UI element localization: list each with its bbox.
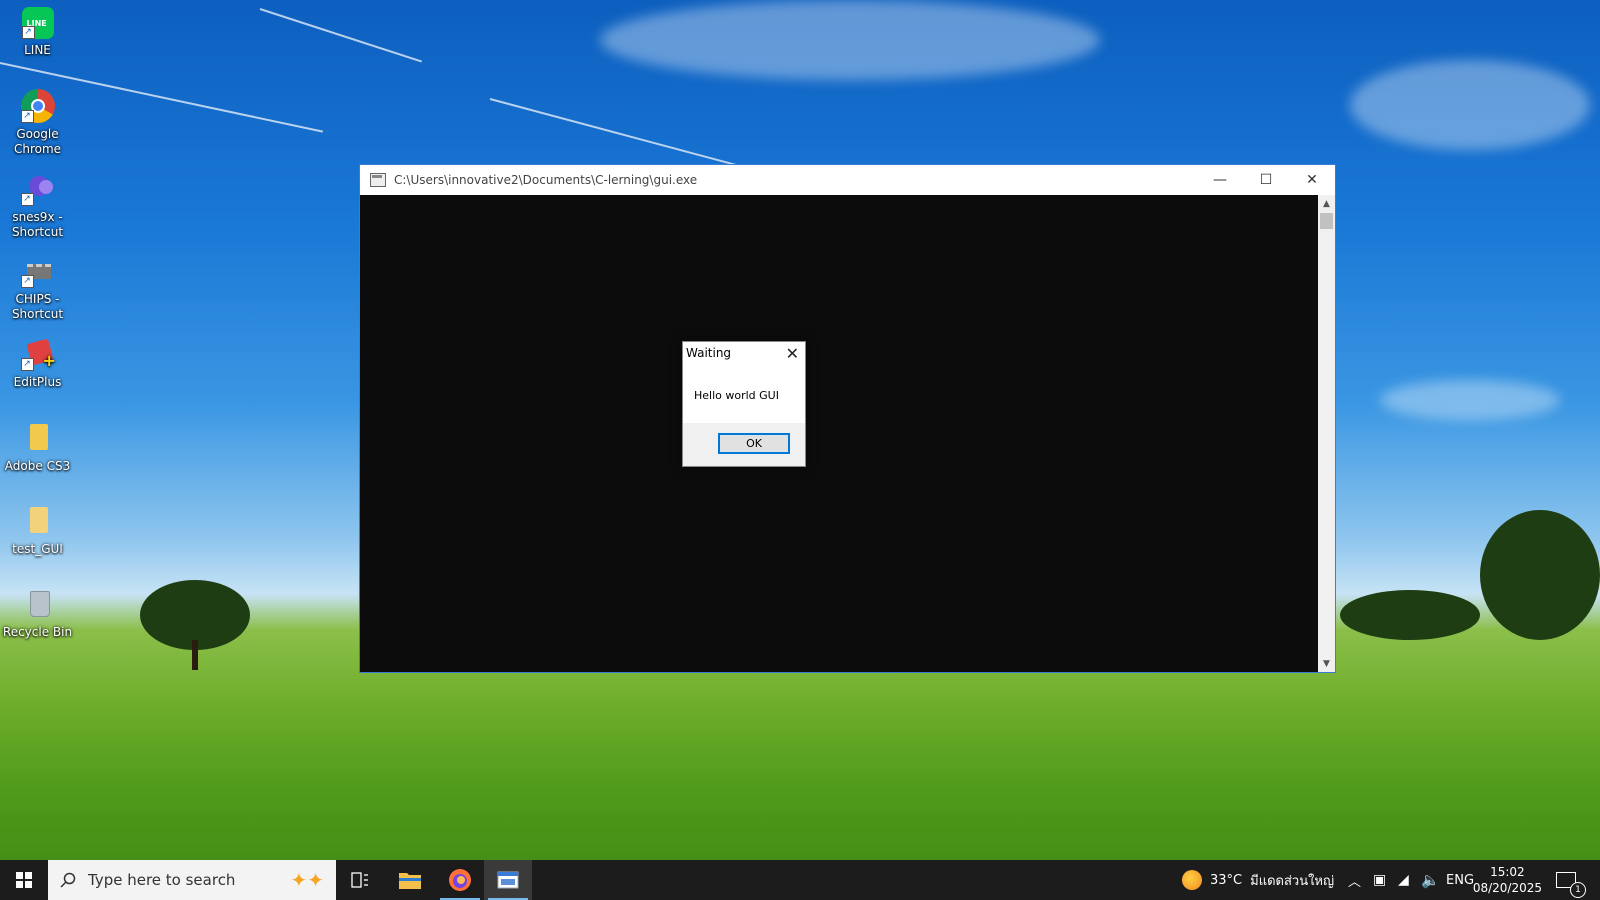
task-view-icon <box>351 872 368 888</box>
console-icon <box>497 871 519 889</box>
clock-date: 08/20/2025 <box>1472 881 1542 895</box>
console-window[interactable]: C:\Users\innovative2\Documents\C-lerning… <box>359 164 1336 673</box>
notification-center-button[interactable]: 1 <box>1556 860 1586 900</box>
desktop-icon-label: snes9x - Shortcut <box>11 210 64 239</box>
shortcut-arrow-icon: ↗ <box>20 358 34 371</box>
shortcut-arrow-icon: ↗ <box>20 193 34 206</box>
folder-icon <box>21 421 55 455</box>
tree-trunk <box>192 640 198 670</box>
desktop-icon-adobe-cs3[interactable]: Adobe CS3 <box>0 421 75 474</box>
network-button[interactable]: ◢ <box>1398 860 1409 900</box>
input-language-button[interactable]: ENG <box>1446 860 1474 900</box>
desktop-icon-label: Adobe CS3 <box>4 459 71 473</box>
chevron-up-icon: ︿ <box>1348 874 1362 890</box>
ok-button[interactable]: OK <box>718 433 790 454</box>
scrollbar-thumb[interactable] <box>1320 213 1333 229</box>
clock[interactable]: 15:02 08/20/2025 <box>1473 864 1542 896</box>
console-output-area[interactable] <box>360 195 1318 672</box>
console-titlebar[interactable]: C:\Users\innovative2\Documents\C-lerning… <box>360 165 1335 195</box>
contrail <box>259 8 422 63</box>
tree <box>1480 510 1600 640</box>
message-box-dialog[interactable]: Waiting ✕ Hello world GUI OK <box>682 341 806 467</box>
editplus-icon: + ↗ <box>20 337 56 371</box>
line-app-icon: LINE ↗ <box>21 7 54 39</box>
desktop-icon-label: Google Chrome <box>13 127 62 156</box>
sparkle-icon: ✦✦ <box>290 868 324 892</box>
desktop-icon-label: Recycle Bin <box>2 625 73 639</box>
desktop-icon-recycle-bin[interactable]: Recycle Bin <box>0 587 75 640</box>
shortcut-arrow-icon: ↗ <box>20 110 34 123</box>
desktop-icon-line[interactable]: LINE ↗ LINE <box>0 7 75 58</box>
task-view-button[interactable] <box>336 860 384 900</box>
chips-icon: ↗ <box>20 254 55 288</box>
language-indicator: ENG <box>1446 872 1475 888</box>
close-button[interactable]: ✕ <box>1289 165 1335 195</box>
cloud <box>1350 60 1590 150</box>
search-box[interactable]: Type here to search ✦✦ <box>48 860 336 900</box>
scroll-down-icon[interactable]: ▼ <box>1318 655 1335 672</box>
weather-temperature: 33°C <box>1210 872 1243 888</box>
windows-logo-icon <box>16 872 32 888</box>
dialog-title: Waiting <box>686 346 732 360</box>
desktop-icon-label: EditPlus <box>13 375 62 389</box>
wifi-icon: ◢ <box>1398 872 1409 888</box>
scroll-up-icon[interactable]: ▲ <box>1318 195 1335 212</box>
desktop-icon-chrome[interactable]: ↗ Google Chrome <box>0 89 75 157</box>
speaker-icon: 🔈 <box>1421 871 1440 889</box>
desktop-icon-editplus[interactable]: + ↗ EditPlus <box>0 337 75 390</box>
cloud <box>1380 380 1560 420</box>
minimize-icon: — <box>1213 172 1227 188</box>
file-explorer-button[interactable] <box>386 860 434 900</box>
camera-icon: ▣ <box>1373 872 1387 888</box>
weather-condition: มีแดดส่วนใหญ่ <box>1250 873 1335 889</box>
desktop-icon-snes9x[interactable]: ↗ snes9x - Shortcut <box>0 172 75 240</box>
desktop-icon-label: CHIPS - Shortcut <box>11 292 64 321</box>
dialog-close-button[interactable]: ✕ <box>786 344 799 363</box>
firefox-icon <box>449 869 471 891</box>
desktop-icon-label: test_GUI <box>12 542 63 556</box>
weather-sun-icon <box>1182 870 1202 890</box>
cloud <box>600 0 1100 80</box>
shortcut-arrow-icon: ↗ <box>20 275 34 288</box>
search-placeholder: Type here to search <box>88 871 236 889</box>
dialog-button-area: OK <box>683 423 805 466</box>
desktop-icon-test-gui[interactable]: test_GUI <box>0 504 75 557</box>
shortcut-arrow-icon: ↗ <box>21 26 35 39</box>
taskbar: Type here to search ✦✦ 33°C มีแดดส่วนใหญ… <box>0 860 1600 900</box>
minimize-button[interactable]: — <box>1197 165 1243 195</box>
console-app-icon <box>370 173 386 187</box>
desktop-icon-label: LINE <box>24 43 51 57</box>
desktop-icon-chips[interactable]: ↗ CHIPS - Shortcut <box>0 254 75 322</box>
tree <box>1340 590 1480 640</box>
search-icon <box>60 872 76 888</box>
contrail <box>489 98 742 168</box>
folder-icon <box>21 504 55 538</box>
vertical-scrollbar[interactable]: ▲ ▼ <box>1318 195 1335 672</box>
console-title: C:\Users\innovative2\Documents\C-lerning… <box>394 173 698 187</box>
chrome-icon: ↗ <box>20 89 55 123</box>
console-taskbar-button[interactable] <box>484 860 532 900</box>
close-icon: ✕ <box>1306 172 1318 188</box>
recycle-bin-icon <box>21 587 55 621</box>
maximize-button[interactable]: ☐ <box>1243 165 1289 195</box>
firefox-button[interactable] <box>436 860 484 900</box>
notification-count: 1 <box>1570 882 1586 898</box>
maximize-icon: ☐ <box>1259 172 1273 188</box>
weather-widget[interactable]: 33°C มีแดดส่วนใหญ่ <box>1182 860 1334 900</box>
clock-time: 15:02 <box>1490 865 1525 879</box>
meet-now-button[interactable]: ▣ <box>1373 860 1386 900</box>
dialog-message: Hello world GUI <box>694 389 779 402</box>
folder-icon <box>399 873 421 889</box>
start-button[interactable] <box>0 860 48 900</box>
show-hidden-icons-button[interactable]: ︿ <box>1348 860 1361 900</box>
close-icon: ✕ <box>785 344 799 363</box>
volume-button[interactable]: 🔈 <box>1421 860 1440 900</box>
snes9x-icon: ↗ <box>20 172 55 206</box>
